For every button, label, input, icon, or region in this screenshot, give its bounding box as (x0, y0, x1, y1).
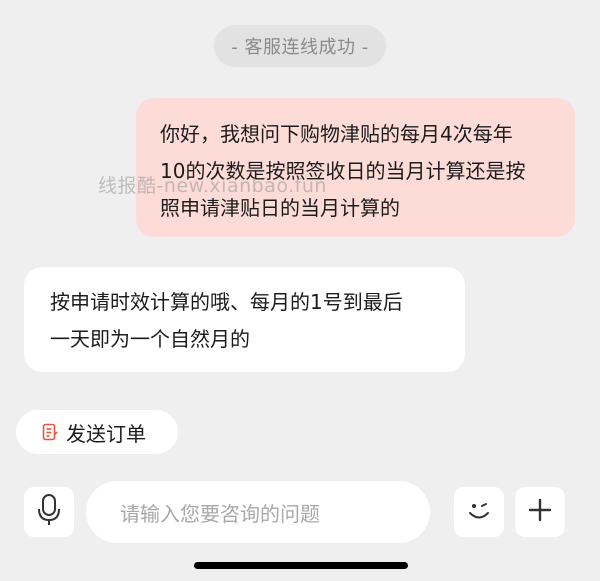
message-input-field[interactable]: 请输入您要咨询的问题 (86, 481, 430, 543)
send-order-button[interactable]: 发送订单 (16, 410, 178, 454)
plus-icon (528, 498, 552, 526)
send-order-label: 发送订单 (66, 421, 146, 446)
watermark-text: 线报酷-new.xianbao.fun (98, 175, 327, 197)
order-icon (42, 423, 58, 441)
emoji-icon (465, 498, 493, 526)
voice-input-button[interactable] (24, 487, 74, 537)
message-input-placeholder: 请输入您要咨询的问题 (120, 501, 320, 526)
home-indicator[interactable] (194, 562, 408, 569)
emoji-button[interactable] (454, 487, 504, 537)
more-options-button[interactable] (515, 487, 565, 537)
system-status-pill: - 客服连线成功 - (214, 25, 386, 67)
microphone-icon (37, 493, 61, 531)
user-message-bubble: 你好，我想问下购物津贴的每月4次每年 10的次数是按照签收日的当月计算还是按 照… (136, 98, 575, 237)
agent-message-bubble: 按申请时效计算的哦、每月的1号到最后 一天即为一个自然月的 (24, 267, 465, 372)
system-status-text: - 客服连线成功 - (231, 37, 369, 58)
